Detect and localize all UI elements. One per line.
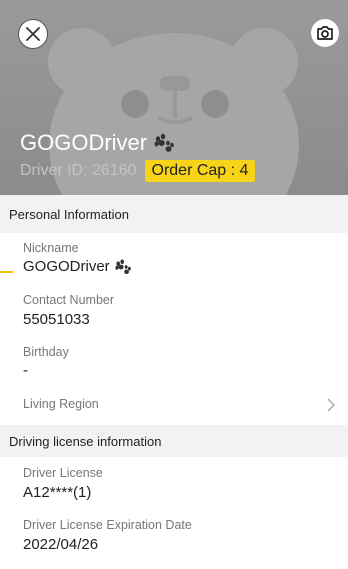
driver-name: GOGODriver xyxy=(20,130,175,156)
driver-id: Driver ID: 26160 xyxy=(20,162,137,179)
personal-info-header: Personal Information xyxy=(0,195,348,233)
chevron-right-icon xyxy=(327,398,335,412)
driver-id-line: Driver ID: 26160 Order Cap : 4 xyxy=(20,160,256,182)
paw-icon xyxy=(154,133,174,152)
birthday-label: Birthday xyxy=(23,345,69,359)
driver-name-text: GOGODriver xyxy=(20,130,148,155)
birthday-value: - xyxy=(23,362,28,379)
camera-icon xyxy=(317,26,333,40)
license-expiry-label: Driver License Expiration Date xyxy=(23,518,192,532)
driver-license-label: Driver License xyxy=(23,466,103,480)
contact-number-value: 55051033 xyxy=(23,311,90,328)
accent-line xyxy=(0,271,13,273)
close-button[interactable] xyxy=(18,19,48,49)
living-region-row[interactable]: Living Region xyxy=(0,393,348,419)
nickname-label: Nickname xyxy=(23,241,79,255)
camera-button[interactable] xyxy=(311,19,339,47)
driver-license-value: A12****(1) xyxy=(23,484,92,501)
living-region-label: Living Region xyxy=(23,397,99,411)
paw-icon xyxy=(115,259,131,274)
close-icon xyxy=(26,27,40,41)
nickname-text: GOGODriver xyxy=(23,258,110,275)
license-info-header: Driving license information xyxy=(0,425,348,457)
order-cap-badge: Order Cap : 4 xyxy=(144,160,256,182)
contact-number-label: Contact Number xyxy=(23,293,115,307)
profile-cover: GOGODriver Driver ID: 26160 Order Cap : … xyxy=(0,0,348,195)
nickname-value: GOGODriver xyxy=(23,258,132,275)
license-expiry-value: 2022/04/26 xyxy=(23,536,99,553)
